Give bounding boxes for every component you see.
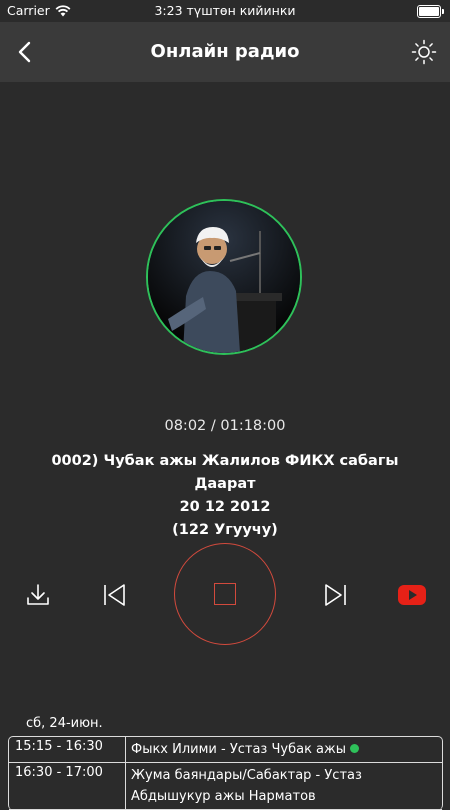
- youtube-icon: [398, 585, 426, 605]
- navigation-bar: Онлайн радио: [0, 22, 450, 82]
- schedule-program-name: Фыкх Илими - Устаз Чубак ажы: [131, 742, 346, 757]
- schedule-row[interactable]: 15:15 - 16:30 Фыкх Илими - Устаз Чубак а…: [9, 737, 442, 763]
- listener-count: (122 Угуучу): [172, 522, 278, 538]
- next-button[interactable]: [322, 581, 350, 609]
- page-title: Онлайн радио: [150, 41, 300, 62]
- speaker-artwork: [146, 199, 302, 355]
- track-title-line: 0002) Чубак ажы Жалилов ФИКХ сабагы Даар…: [51, 453, 399, 492]
- schedule-program-name: Жума баяндары/Сабактар - Устаз Абдышукур…: [131, 768, 362, 804]
- schedule-date: сб, 24-июн.: [26, 716, 103, 731]
- schedule-time: 16:30 - 17:00: [9, 763, 126, 809]
- next-icon: [325, 584, 346, 606]
- schedule-time: 15:15 - 16:30: [9, 737, 126, 762]
- track-date: 20 12 2012: [179, 499, 271, 515]
- theme-toggle-button[interactable]: [410, 38, 438, 66]
- previous-icon: [104, 584, 125, 606]
- status-bar: Carrier 3:23 түштөн кийинки: [0, 0, 450, 22]
- battery-icon: [417, 5, 444, 18]
- schedule-program: Фыкх Илими - Устаз Чубак ажы: [126, 737, 359, 762]
- download-icon: [27, 584, 49, 605]
- youtube-button[interactable]: [397, 583, 427, 607]
- live-indicator-icon: [350, 744, 359, 753]
- schedule-table: 15:15 - 16:30 Фыкх Илими - Устаз Чубак а…: [8, 736, 443, 810]
- schedule-row[interactable]: 16:30 - 17:00 Жума баяндары/Сабактар - У…: [9, 763, 442, 810]
- track-title: 0002) Чубак ажы Жалилов ФИКХ сабагы Даар…: [20, 450, 430, 542]
- status-time: 3:23 түштөн кийинки: [154, 3, 296, 18]
- download-button[interactable]: [24, 581, 52, 609]
- sun-icon: [411, 39, 437, 65]
- schedule-program: Жума баяндары/Сабактар - Устаз Абдышукур…: [126, 763, 442, 809]
- stop-button[interactable]: [174, 543, 276, 645]
- speaker-photo: [148, 201, 300, 353]
- playback-time: 08:02 / 01:18:00: [164, 418, 286, 434]
- previous-button[interactable]: [100, 581, 128, 609]
- stop-icon: [214, 583, 236, 605]
